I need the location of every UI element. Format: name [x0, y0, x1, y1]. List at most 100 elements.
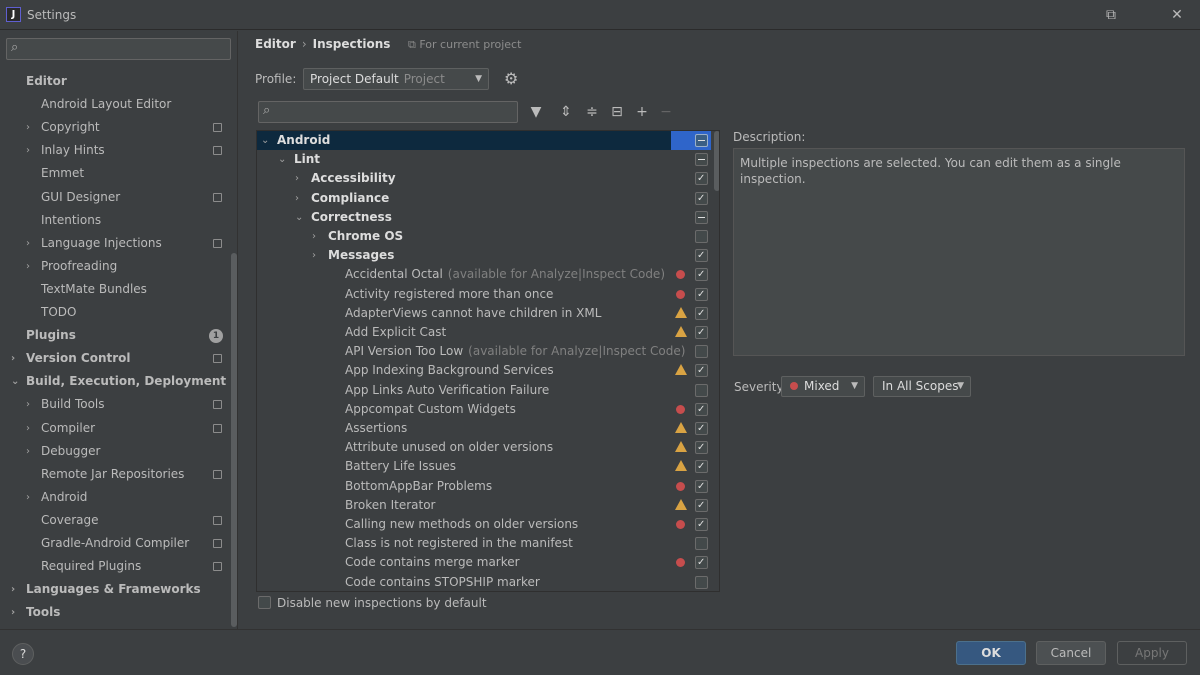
chevron-down-icon[interactable]: ⌄: [295, 208, 303, 227]
inspection-enabled-checkbox[interactable]: [695, 249, 708, 263]
inspection-enabled-checkbox[interactable]: [695, 479, 708, 493]
inspection-enabled-checkbox[interactable]: [695, 153, 708, 167]
inspection-row[interactable]: ⌄ Android: [257, 131, 711, 150]
sidebar-item[interactable]: GUI Designer: [0, 186, 230, 209]
chevron-right-icon[interactable]: ›: [26, 116, 30, 139]
sidebar-item[interactable]: Editor: [0, 70, 230, 93]
inspection-enabled-checkbox[interactable]: [695, 210, 708, 224]
sidebar-item[interactable]: › Languages & Frameworks: [0, 578, 230, 601]
help-button[interactable]: ?: [12, 643, 34, 665]
inspection-enabled-checkbox[interactable]: [695, 422, 708, 435]
sidebar-item[interactable]: Emmet: [0, 162, 230, 185]
chevron-right-icon[interactable]: ›: [26, 440, 30, 463]
chevron-right-icon[interactable]: ›: [26, 417, 30, 440]
inspection-row[interactable]: Attribute unused on older versions: [257, 438, 711, 457]
sidebar-item[interactable]: Coverage: [0, 509, 230, 532]
disable-new-inspections-checkbox[interactable]: [258, 596, 271, 609]
sidebar-item[interactable]: › Language Injections: [0, 232, 230, 255]
sidebar-item[interactable]: Android Layout Editor: [0, 93, 230, 116]
sidebar-item[interactable]: Remote Jar Repositories: [0, 463, 230, 486]
chevron-down-icon[interactable]: ⌄: [11, 370, 19, 393]
inspection-row[interactable]: API Version Too Low (available for Analyz…: [257, 342, 711, 361]
sidebar-item[interactable]: Required Plugins: [0, 555, 230, 578]
chevron-right-icon[interactable]: ›: [312, 227, 316, 246]
inspection-row[interactable]: Activity registered more than once: [257, 285, 711, 304]
inspection-filter-field[interactable]: ⌕: [258, 101, 518, 123]
inspection-filter-input[interactable]: [281, 104, 471, 120]
breadcrumb-editor[interactable]: Editor: [255, 37, 296, 51]
inspection-enabled-checkbox[interactable]: [695, 230, 708, 243]
inspection-enabled-checkbox[interactable]: [695, 556, 708, 570]
apply-button[interactable]: Apply: [1117, 641, 1187, 665]
sidebar-item[interactable]: › Build Tools: [0, 393, 230, 416]
inspection-enabled-checkbox[interactable]: [695, 498, 708, 512]
inspection-enabled-checkbox[interactable]: [695, 460, 708, 474]
restore-window-icon[interactable]: ⧉: [1101, 6, 1121, 24]
chevron-down-icon[interactable]: ⌄: [261, 131, 269, 150]
inspection-enabled-checkbox[interactable]: [695, 306, 708, 320]
inspection-enabled-checkbox[interactable]: [695, 326, 708, 339]
inspection-row[interactable]: Battery Life Issues: [257, 457, 711, 476]
inspection-enabled-checkbox[interactable]: [695, 575, 708, 589]
chevron-right-icon[interactable]: ›: [26, 232, 30, 255]
ok-button[interactable]: OK: [956, 641, 1026, 665]
sidebar-item[interactable]: › Android: [0, 486, 230, 509]
inspection-enabled-checkbox[interactable]: [695, 268, 708, 282]
sidebar-item[interactable]: Gradle-Android Compiler: [0, 532, 230, 555]
inspection-row[interactable]: Appcompat Custom Widgets: [257, 400, 711, 419]
sidebar-item[interactable]: › Debugger: [0, 440, 230, 463]
remove-icon[interactable]: −: [657, 103, 675, 121]
inspection-row[interactable]: Broken Iterator: [257, 496, 711, 515]
inspection-enabled-checkbox[interactable]: [695, 364, 708, 378]
inspection-enabled-checkbox[interactable]: [695, 287, 708, 301]
inspection-row[interactable]: Calling new methods on older versions: [257, 515, 711, 534]
chevron-right-icon[interactable]: ›: [295, 169, 299, 188]
sidebar-scrollbar[interactable]: [231, 253, 237, 627]
chevron-down-icon[interactable]: ⌄: [278, 150, 286, 169]
inspection-row[interactable]: › Compliance: [257, 189, 711, 208]
inspection-enabled-checkbox[interactable]: [695, 441, 708, 455]
inspection-row[interactable]: ⌄ Correctness: [257, 208, 711, 227]
severity-dropdown[interactable]: Mixed ▼: [781, 376, 865, 397]
inspection-enabled-checkbox[interactable]: [695, 172, 708, 186]
inspection-row[interactable]: Code contains STOPSHIP marker: [257, 573, 711, 591]
scope-dropdown[interactable]: In All Scopes ▼: [873, 376, 971, 397]
sidebar-item[interactable]: ⌄ Build, Execution, Deployment: [0, 370, 230, 393]
add-icon[interactable]: +: [633, 103, 651, 121]
settings-search-input[interactable]: [29, 41, 219, 57]
sidebar-item[interactable]: › Proofreading: [0, 255, 230, 278]
collapse-all-icon[interactable]: ≑: [583, 103, 601, 121]
sidebar-item[interactable]: › Version Control: [0, 347, 230, 370]
inspections-scrollbar[interactable]: [714, 131, 719, 191]
inspection-row[interactable]: Add Explicit Cast: [257, 323, 711, 342]
inspection-enabled-checkbox[interactable]: [695, 537, 708, 551]
chevron-right-icon[interactable]: ›: [11, 578, 15, 601]
inspection-row[interactable]: Accidental Octal (available for Analyze|I…: [257, 265, 711, 284]
inspection-row[interactable]: › Accessibility: [257, 169, 711, 188]
sidebar-item[interactable]: Plugins 1: [0, 324, 230, 347]
inspection-enabled-checkbox[interactable]: [695, 191, 708, 205]
inspection-row[interactable]: AdapterViews cannot have children in XML: [257, 304, 711, 323]
sidebar-item[interactable]: › Compiler: [0, 417, 230, 440]
close-icon[interactable]: ✕: [1167, 6, 1187, 24]
inspection-row[interactable]: App Indexing Background Services: [257, 361, 711, 380]
reset-to-default-icon[interactable]: ⊟: [608, 103, 626, 121]
chevron-right-icon[interactable]: ›: [26, 139, 30, 162]
inspection-row[interactable]: Code contains merge marker: [257, 553, 711, 572]
sidebar-item[interactable]: › Copyright: [0, 116, 230, 139]
chevron-right-icon[interactable]: ›: [26, 393, 30, 416]
inspection-row[interactable]: ⌄ Lint: [257, 150, 711, 169]
chevron-right-icon[interactable]: ›: [26, 255, 30, 278]
inspection-row[interactable]: BottomAppBar Problems: [257, 477, 711, 496]
inspection-row[interactable]: Class is not registered in the manifest: [257, 534, 711, 553]
filter-icon[interactable]: ▼: [527, 103, 545, 121]
chevron-right-icon[interactable]: ›: [295, 189, 299, 208]
chevron-right-icon[interactable]: ›: [11, 601, 15, 624]
inspection-enabled-checkbox[interactable]: [695, 518, 708, 531]
inspection-enabled-checkbox[interactable]: [695, 402, 708, 416]
inspection-enabled-checkbox[interactable]: [695, 345, 708, 359]
settings-search-field[interactable]: ⌕: [6, 38, 231, 60]
expand-all-icon[interactable]: ⇕: [557, 103, 575, 121]
cancel-button[interactable]: Cancel: [1036, 641, 1106, 665]
inspection-enabled-checkbox[interactable]: [695, 134, 708, 147]
